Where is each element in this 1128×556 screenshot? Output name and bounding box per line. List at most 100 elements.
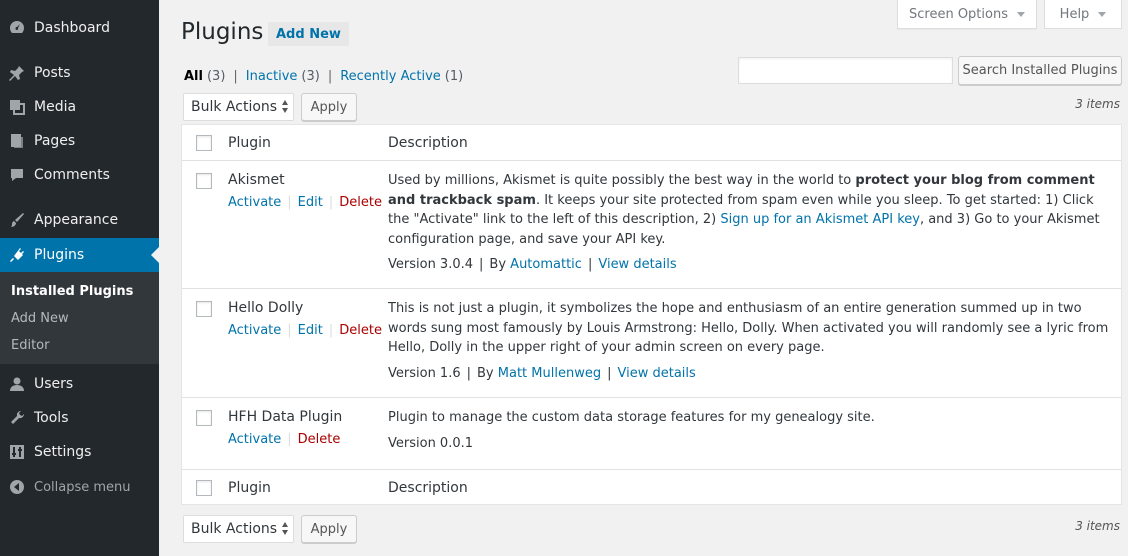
sidebar-item-plugins[interactable]: Plugins	[0, 238, 159, 272]
sidebar-item-dashboard[interactable]: Dashboard	[0, 11, 159, 45]
wrench-icon	[0, 409, 34, 427]
sidebar-item-label: Dashboard	[34, 20, 110, 36]
user-icon	[0, 375, 34, 393]
plugin-meta: Version 0.0.1	[388, 436, 473, 451]
apply-button-top[interactable]: Apply	[301, 93, 357, 121]
filter-recent-count: (1)	[444, 69, 464, 84]
meta-separator: |	[607, 366, 612, 381]
chevron-down-icon	[1098, 11, 1107, 17]
items-count-top: 3 items	[1075, 97, 1120, 111]
sidebar-item-tools[interactable]: Tools	[0, 401, 159, 435]
comment-icon	[0, 166, 34, 184]
sidebar-item-label: Pages	[34, 133, 76, 149]
add-new-plugin-button[interactable]: Add New	[268, 22, 349, 46]
akismet-api-key-link[interactable]: Sign up for an Akismet API key	[720, 212, 920, 227]
admin-sidebar: Dashboard Posts Media Pages Comments App…	[0, 0, 159, 556]
sidebar-item-media[interactable]: Media	[0, 90, 159, 124]
plugin-name: Akismet	[228, 172, 285, 188]
sidebar-item-label: Plugins	[34, 247, 85, 263]
filter-inactive[interactable]: Inactive	[246, 69, 298, 84]
author-link[interactable]: Automattic	[510, 257, 582, 272]
plugin-row-actions: Activate | Edit | Delete	[228, 323, 382, 338]
bulk-actions-label: Bulk Actions	[191, 521, 278, 537]
plugin-meta: Version 1.6 | By Matt Mullenweg | View d…	[388, 366, 696, 381]
select-all-checkbox[interactable]	[196, 135, 212, 151]
filter-all-count: (3)	[206, 69, 226, 84]
submenu-editor[interactable]: Editor	[11, 338, 49, 353]
activate-link[interactable]: Activate	[228, 323, 281, 338]
filter-separator: |	[327, 69, 333, 84]
chevron-down-icon	[1017, 11, 1025, 17]
plugin-version: Version 1.6	[388, 366, 461, 381]
meta-separator: |	[466, 366, 472, 381]
meta-separator: |	[479, 257, 484, 272]
view-details-link[interactable]: View details	[617, 366, 695, 381]
view-details-link[interactable]: View details	[598, 257, 676, 272]
sidebar-item-settings[interactable]: Settings	[0, 435, 159, 469]
filter-all[interactable]: All	[184, 69, 203, 84]
items-count-bottom: 3 items	[1075, 519, 1120, 533]
plugin-checkbox[interactable]	[196, 410, 212, 426]
help-label: Help	[1059, 6, 1090, 22]
activate-link[interactable]: Activate	[228, 432, 281, 447]
sidebar-item-label: Media	[34, 99, 77, 115]
collapse-menu-button[interactable]: Collapse menu	[0, 470, 159, 504]
sidebar-item-pages[interactable]: Pages	[0, 124, 159, 158]
column-footer-description: Description	[388, 480, 468, 496]
sidebar-item-users[interactable]: Users	[0, 367, 159, 401]
sidebar-item-label: Comments	[34, 167, 110, 183]
submenu-add-new[interactable]: Add New	[11, 311, 69, 326]
pin-icon	[0, 64, 34, 82]
sidebar-item-comments[interactable]: Comments	[0, 158, 159, 192]
filter-inactive-count: (3)	[301, 69, 320, 84]
plugin-name: HFH Data Plugin	[228, 409, 343, 425]
sidebar-item-label: Settings	[34, 444, 92, 460]
plugin-search-input[interactable]	[738, 57, 953, 84]
description-text: Used by millions, Akismet is quite possi…	[388, 173, 856, 188]
edit-link[interactable]: Edit	[298, 323, 323, 338]
page-title: Plugins	[181, 19, 264, 45]
filter-recently-active[interactable]: Recently Active	[340, 69, 441, 84]
pages-icon	[0, 132, 34, 150]
action-separator: |	[328, 195, 334, 210]
filter-separator: |	[233, 69, 238, 84]
plugin-version: Version 3.0.4	[388, 257, 474, 272]
sidebar-item-posts[interactable]: Posts	[0, 56, 159, 90]
meta-separator: |	[587, 257, 593, 272]
plugin-checkbox[interactable]	[196, 173, 212, 189]
plugin-row-akismet: Akismet Activate | Edit | Delete Used by…	[182, 161, 1121, 289]
table-footer-row: Plugin Description	[182, 469, 1121, 505]
action-separator: |	[328, 323, 334, 338]
media-icon	[0, 98, 34, 116]
plugin-status-filters: All (3) | Inactive (3) | Recently Active…	[184, 69, 463, 84]
plugin-name: Hello Dolly	[228, 300, 304, 316]
search-plugins-button[interactable]: Search Installed Plugins	[958, 56, 1122, 85]
screen-options-button[interactable]: Screen Options	[897, 0, 1037, 29]
apply-button-bottom[interactable]: Apply	[301, 515, 357, 543]
action-separator: |	[287, 432, 292, 447]
select-all-checkbox[interactable]	[196, 480, 212, 496]
action-separator: |	[287, 323, 292, 338]
collapse-menu-label: Collapse menu	[34, 479, 131, 495]
delete-link[interactable]: Delete	[339, 323, 382, 338]
delete-link[interactable]: Delete	[298, 432, 341, 447]
by-label: By	[489, 257, 507, 272]
column-header-plugin: Plugin	[228, 135, 271, 151]
sidebar-item-label: Users	[34, 376, 74, 392]
submenu-installed-plugins[interactable]: Installed Plugins	[11, 284, 133, 299]
edit-link[interactable]: Edit	[298, 195, 323, 210]
activate-link[interactable]: Activate	[228, 195, 281, 210]
column-header-description: Description	[388, 135, 468, 151]
help-button[interactable]: Help	[1044, 0, 1122, 29]
plugin-description: Used by millions, Akismet is quite possi…	[388, 171, 1110, 249]
select-arrows-icon	[282, 100, 288, 113]
sidebar-item-appearance[interactable]: Appearance	[0, 203, 159, 237]
sidebar-item-label: Posts	[34, 65, 71, 81]
author-link[interactable]: Matt Mullenweg	[498, 366, 601, 381]
bulk-actions-select-bottom[interactable]: Bulk Actions	[183, 515, 294, 543]
bulk-actions-select-top[interactable]: Bulk Actions	[183, 93, 294, 121]
plugin-checkbox[interactable]	[196, 301, 212, 317]
plugin-meta: Version 3.0.4 | By Automattic | View det…	[388, 257, 677, 272]
delete-link[interactable]: Delete	[339, 195, 382, 210]
select-arrows-icon	[282, 522, 288, 535]
